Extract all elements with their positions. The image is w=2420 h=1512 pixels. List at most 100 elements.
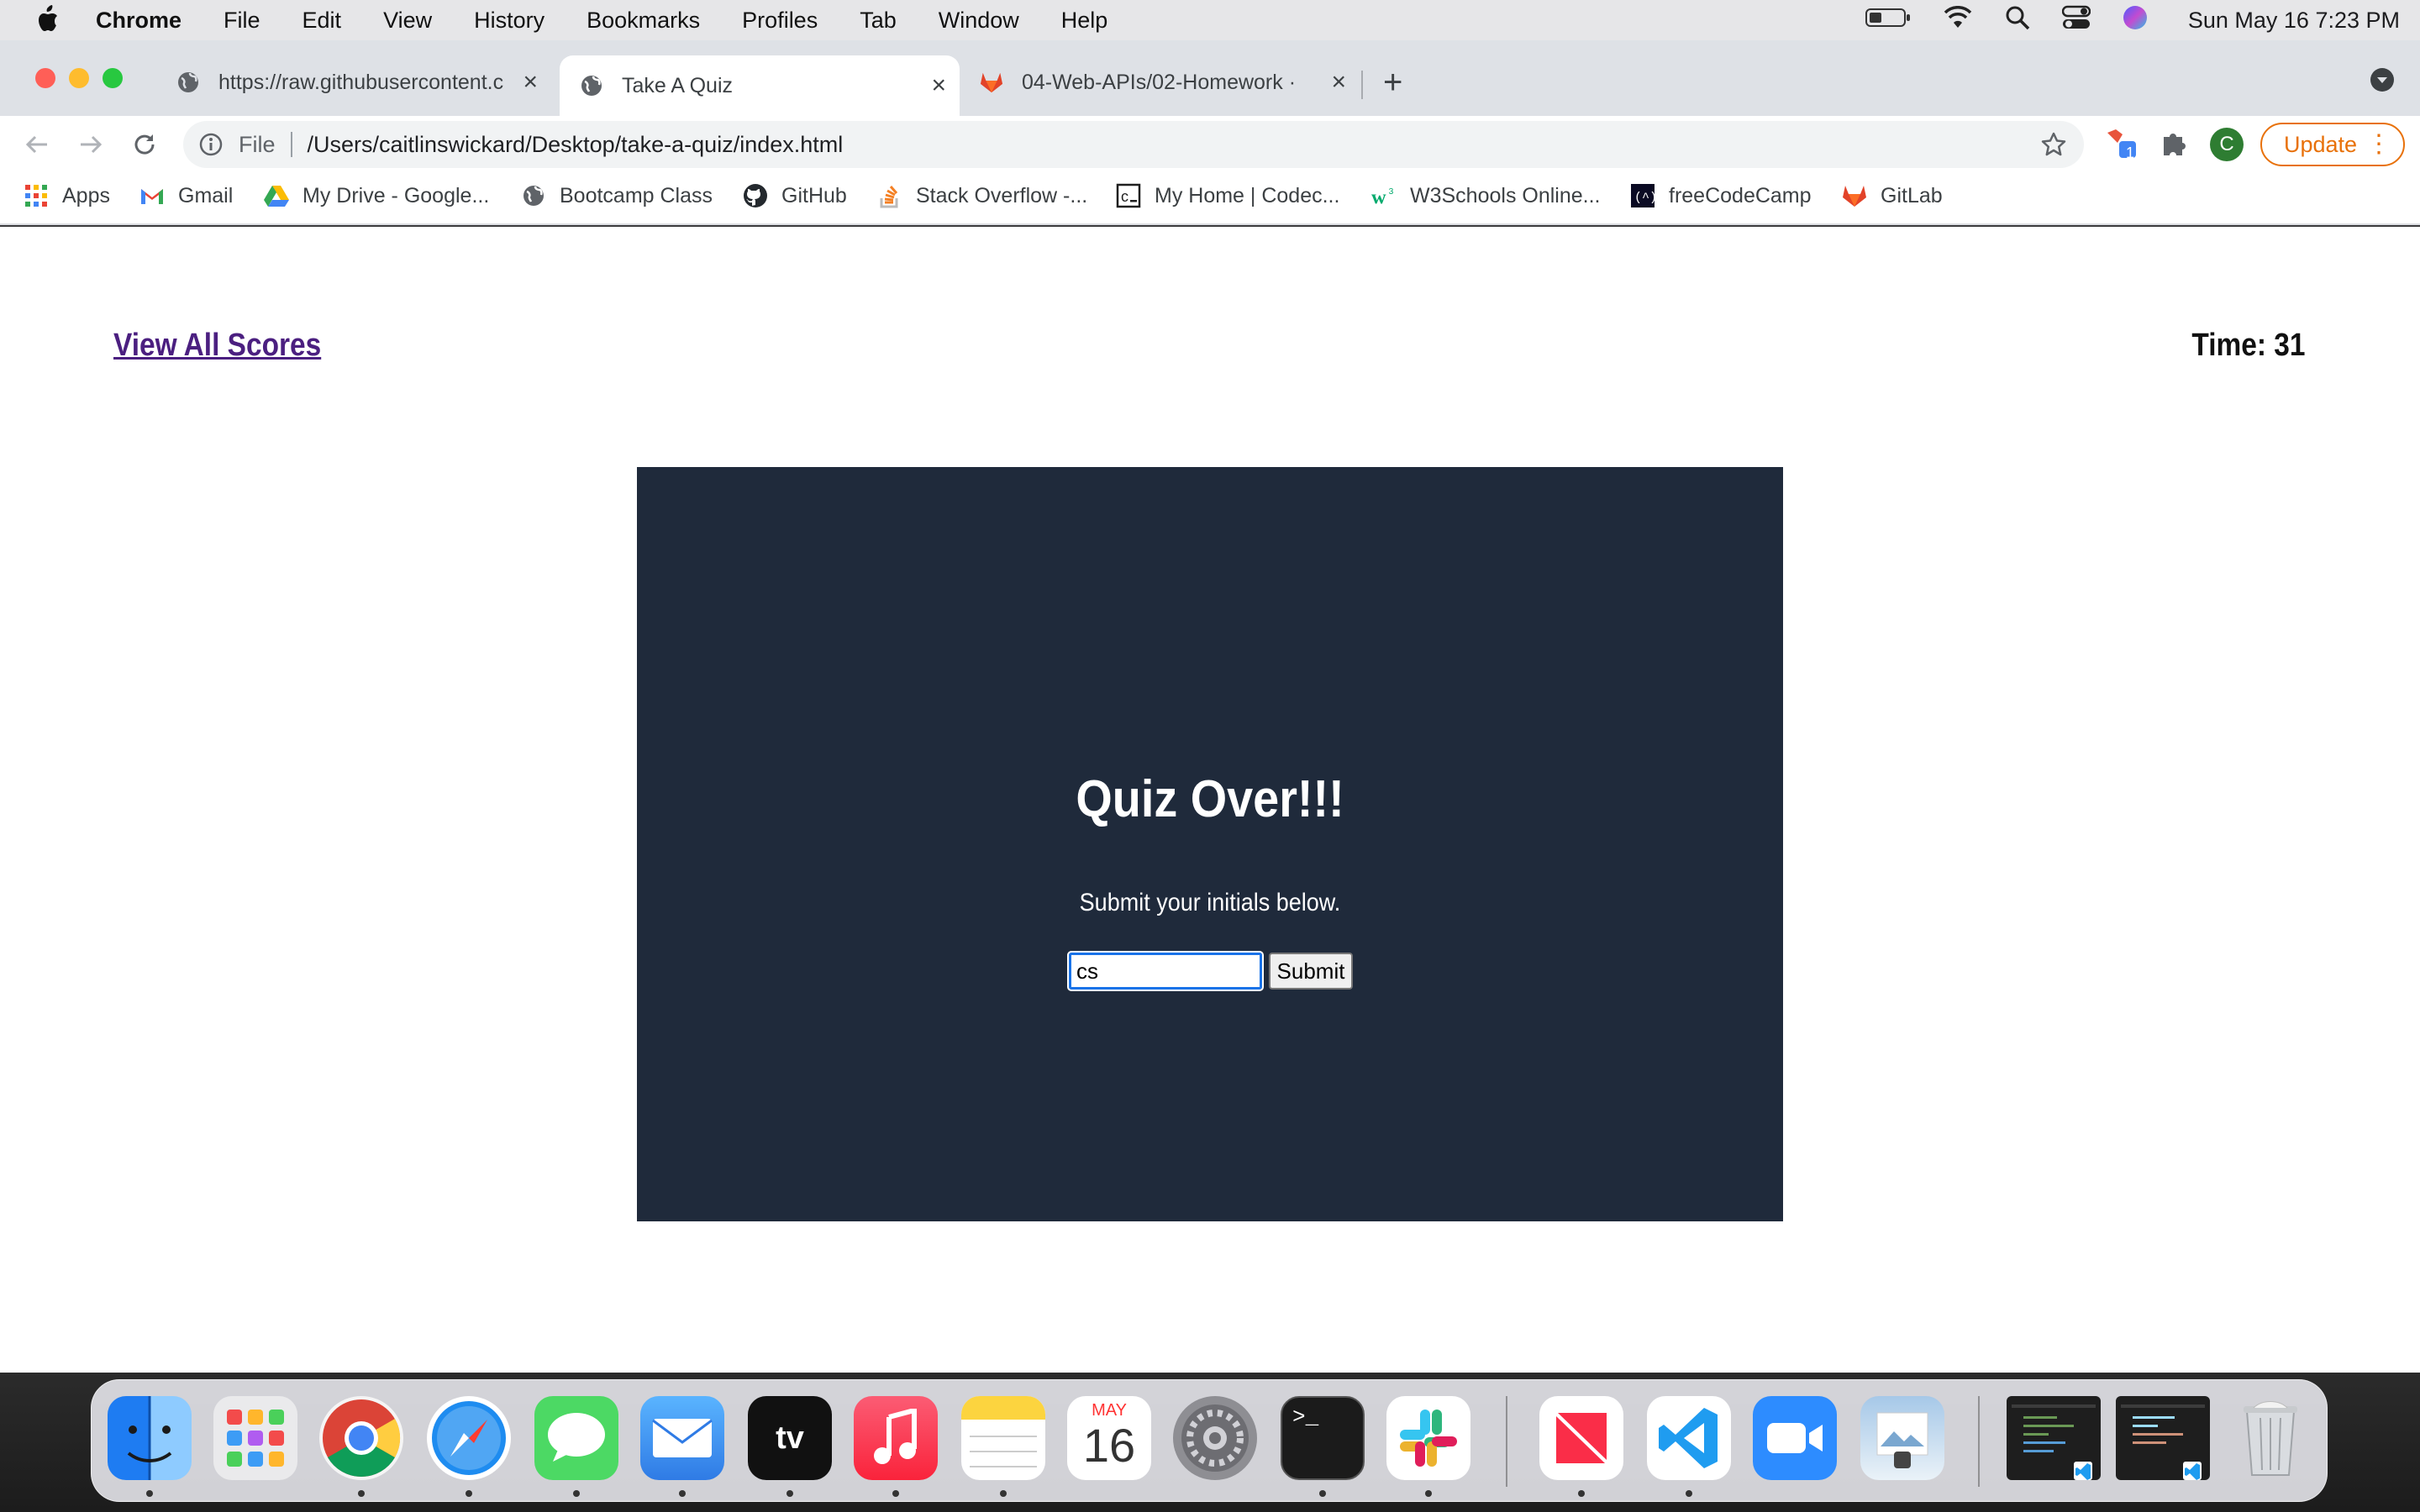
bookmark-w3schools[interactable]: w3 W3Schools Online... xyxy=(1371,183,1601,208)
running-indicator xyxy=(1319,1490,1326,1497)
menu-bookmarks[interactable]: Bookmarks xyxy=(587,8,700,34)
view-all-scores-link[interactable]: View All Scores xyxy=(113,328,321,364)
tab-close-icon[interactable]: × xyxy=(931,71,946,100)
bookmark-label: W3Schools Online... xyxy=(1410,183,1601,207)
bookmark-star-icon[interactable] xyxy=(2040,131,2067,158)
menu-help[interactable]: Help xyxy=(1061,8,1108,34)
bookmark-github[interactable]: GitHub xyxy=(743,183,847,208)
battery-icon[interactable] xyxy=(1865,8,1911,34)
bookmark-label: My Drive - Google... xyxy=(302,183,490,207)
google-drive-icon xyxy=(264,183,289,208)
mail-icon[interactable] xyxy=(640,1396,724,1480)
terminal-prompt-glyph: >_ xyxy=(1292,1404,1319,1430)
svg-text:w: w xyxy=(1371,186,1386,207)
bookmark-my-drive[interactable]: My Drive - Google... xyxy=(264,183,489,208)
siri-icon[interactable] xyxy=(2123,5,2148,36)
tab-search-button[interactable] xyxy=(2370,55,2398,109)
apps-grid-icon xyxy=(24,183,49,208)
system-preferences-icon[interactable] xyxy=(1173,1396,1257,1480)
wifi-icon[interactable] xyxy=(1943,5,1973,35)
quiz-timer: Time: 31 xyxy=(2191,328,2305,363)
calendar-icon[interactable]: MAY 16 xyxy=(1067,1396,1151,1480)
svg-text:(^): (^) xyxy=(1634,191,1655,205)
gitlab-icon xyxy=(1842,183,1867,208)
back-button[interactable] xyxy=(20,128,54,161)
bookmark-stack-overflow[interactable]: Stack Overflow -... xyxy=(877,183,1087,208)
codecademy-icon: c xyxy=(1116,183,1141,208)
tab-close-icon[interactable]: × xyxy=(523,68,538,97)
forward-button[interactable] xyxy=(74,128,108,161)
news-icon[interactable] xyxy=(1539,1396,1623,1480)
bookmark-codecademy[interactable]: c My Home | Codec... xyxy=(1116,183,1339,208)
tab-take-a-quiz[interactable]: Take A Quiz × xyxy=(560,55,960,116)
menu-app-name[interactable]: Chrome xyxy=(96,8,182,34)
running-indicator xyxy=(892,1490,899,1497)
address-bar[interactable]: File /Users/caitlinswickard/Desktop/take… xyxy=(183,121,2084,168)
bookmark-freecodecamp[interactable]: (^) freeCodeCamp xyxy=(1630,183,1812,208)
bookmark-label: GitHub xyxy=(781,183,847,207)
bookmark-bootcamp-class[interactable]: Bootcamp Class xyxy=(521,183,713,208)
url-text[interactable]: /Users/caitlinswickard/Desktop/take-a-qu… xyxy=(308,132,844,158)
menu-bar: Chrome File Edit View History Bookmarks … xyxy=(0,0,2420,40)
chrome-icon[interactable] xyxy=(319,1396,403,1480)
running-indicator xyxy=(1578,1490,1585,1497)
arrow-right-icon xyxy=(81,135,103,154)
spotlight-search-icon[interactable] xyxy=(2005,5,2030,36)
apple-icon[interactable] xyxy=(30,3,64,37)
menu-profiles[interactable]: Profiles xyxy=(742,8,818,34)
menu-view[interactable]: View xyxy=(383,8,432,34)
messages-icon[interactable] xyxy=(534,1396,618,1480)
stackoverflow-icon xyxy=(877,183,902,208)
launchpad-icon[interactable] xyxy=(213,1396,297,1480)
terminal-icon[interactable]: >_ xyxy=(1281,1396,1365,1480)
chevron-down-icon xyxy=(2370,67,2395,98)
menu-window[interactable]: Window xyxy=(939,8,1019,34)
info-icon[interactable] xyxy=(198,132,224,157)
safari-icon[interactable] xyxy=(427,1396,511,1480)
bookmark-gmail[interactable]: Gmail xyxy=(139,183,233,208)
window-zoom-button[interactable] xyxy=(103,68,123,88)
extension-button[interactable]: 1 xyxy=(2104,126,2138,161)
apple-tv-icon[interactable]: tv xyxy=(748,1396,832,1480)
bookmark-gitlab[interactable]: GitLab xyxy=(1842,183,1943,208)
menu-file[interactable]: File xyxy=(224,8,260,34)
bookmark-apps[interactable]: Apps xyxy=(24,183,110,208)
bookmark-label: Bootcamp Class xyxy=(560,183,713,207)
plus-icon: + xyxy=(1383,63,1403,101)
control-center-icon[interactable] xyxy=(2061,5,2091,36)
menu-history[interactable]: History xyxy=(474,8,544,34)
finder-icon[interactable] xyxy=(108,1396,192,1480)
window-minimize-button[interactable] xyxy=(69,68,89,88)
calendar-month: MAY xyxy=(1092,1401,1127,1420)
minimized-vscode-window-2[interactable] xyxy=(2116,1396,2210,1480)
update-button[interactable]: Update ⋮ xyxy=(2260,123,2405,166)
svg-text:3: 3 xyxy=(1389,187,1394,197)
preview-icon[interactable] xyxy=(1860,1396,1944,1480)
reload-button[interactable] xyxy=(128,128,161,161)
menu-edit[interactable]: Edit xyxy=(302,8,342,34)
arrow-left-icon xyxy=(25,135,47,154)
dock-separator xyxy=(1978,1396,1980,1487)
slack-icon[interactable] xyxy=(1386,1396,1470,1480)
globe-icon xyxy=(580,74,603,97)
vscode-icon[interactable] xyxy=(1647,1396,1731,1480)
music-icon[interactable] xyxy=(854,1396,938,1480)
submit-button[interactable]: Submit xyxy=(1269,953,1353,990)
tab-raw-githubusercontent[interactable]: https://raw.githubusercontent.c × xyxy=(165,55,551,109)
menu-tab[interactable]: Tab xyxy=(860,8,897,34)
extensions-puzzle-button[interactable] xyxy=(2158,126,2191,160)
dock-separator xyxy=(1506,1396,1507,1487)
minimized-vscode-window-1[interactable] xyxy=(2007,1396,2101,1480)
tab-gitlab-homework[interactable]: 04-Web-APIs/02-Homework · × xyxy=(966,55,1360,109)
tab-close-icon[interactable]: × xyxy=(1331,68,1346,97)
trash-icon[interactable] xyxy=(2228,1396,2312,1480)
notes-icon[interactable] xyxy=(961,1396,1045,1480)
menubar-clock[interactable]: Sun May 16 7:23 PM xyxy=(2188,8,2400,34)
new-tab-button[interactable]: + xyxy=(1383,55,1417,109)
window-close-button[interactable] xyxy=(35,68,55,88)
profile-avatar[interactable]: C xyxy=(2210,128,2244,161)
bookmark-label: Gmail xyxy=(178,183,234,207)
quiz-over-heading: Quiz Over!!! xyxy=(1076,770,1344,828)
zoom-icon[interactable] xyxy=(1753,1396,1837,1480)
initials-input[interactable] xyxy=(1067,951,1264,991)
